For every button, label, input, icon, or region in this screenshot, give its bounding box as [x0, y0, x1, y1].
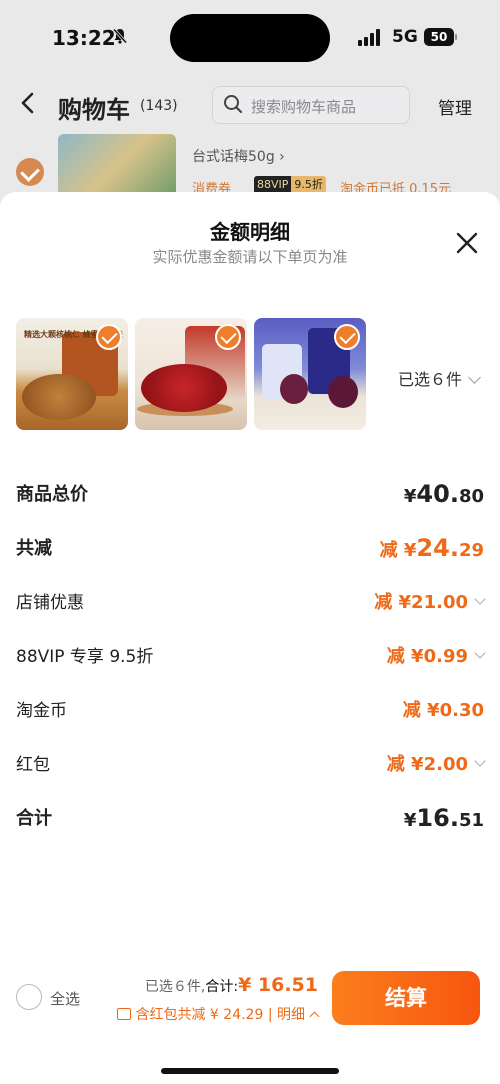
- total-label: 合计:: [205, 979, 239, 995]
- sheet-subtitle: 实际优惠金额请以下单页为准: [152, 248, 348, 266]
- checkout-bar: 全选 已选６件,合计:¥ 16.51 含红包共减 ¥ 24.29 | 明细 结算: [0, 962, 500, 1032]
- status-time: 13:22: [52, 26, 116, 50]
- row-label: 商品总价: [16, 484, 88, 505]
- chevron-down-icon: [474, 593, 486, 605]
- check-icon: [334, 324, 360, 350]
- page-title: 购物车: [58, 96, 130, 124]
- select-all-label[interactable]: 全选: [50, 988, 80, 1009]
- search-input[interactable]: 搜索购物车商品: [212, 86, 410, 124]
- back-arrow-icon[interactable]: [18, 90, 38, 123]
- cart-item-name[interactable]: 台式话梅50g ›: [192, 146, 285, 166]
- product-thumb-walnut[interactable]: 精选大颗核桃仁 蜂蜜琥珀味: [16, 318, 128, 430]
- close-icon[interactable]: [456, 232, 478, 254]
- search-icon: [224, 95, 243, 114]
- row-label: 88VIP 专享 9.5折: [16, 647, 154, 667]
- row-vip-discount[interactable]: 88VIP 专享 9.5折 减 ¥0.99: [16, 642, 486, 672]
- row-value: 减 ¥0.99: [387, 642, 486, 668]
- row-label: 淘金币: [16, 701, 67, 721]
- row-label: 共减: [16, 538, 52, 559]
- manage-button[interactable]: 管理: [438, 94, 472, 119]
- total-amount: ¥ 16.51: [238, 974, 318, 996]
- cart-item-checkbox[interactable]: [16, 158, 44, 186]
- ticket-icon: [117, 1008, 132, 1020]
- chevron-down-icon: [474, 755, 486, 767]
- checkout-button[interactable]: 结算: [332, 971, 480, 1025]
- row-value: 减 ¥0.30: [402, 700, 484, 721]
- product-thumb-plums[interactable]: [254, 318, 366, 430]
- cart-count: (143): [140, 98, 178, 114]
- row-value: ¥16.51: [403, 804, 484, 832]
- selected-count-toggle[interactable]: 已选６件: [398, 366, 481, 390]
- cellular-signal-icon: [358, 28, 384, 46]
- check-icon: [96, 324, 122, 350]
- row-value: 减 ¥2.00: [387, 750, 486, 776]
- product-thumb-dates[interactable]: [135, 318, 247, 430]
- home-indicator[interactable]: [161, 1068, 339, 1074]
- cart-item-image[interactable]: [58, 134, 176, 200]
- discount-detail-text: 含红包共减 ¥ 24.29 | 明细: [135, 1007, 305, 1023]
- chevron-up-icon: [309, 1011, 320, 1022]
- discount-detail-toggle[interactable]: 含红包共减 ¥ 24.29 | 明细: [117, 1004, 320, 1024]
- search-placeholder: 搜索购物车商品: [251, 98, 357, 116]
- select-all-radio[interactable]: [16, 984, 42, 1010]
- row-grand-total: 合计 ¥16.51: [16, 804, 484, 834]
- sheet-title: 金额明细: [210, 220, 290, 244]
- row-shop-discount[interactable]: 店铺优惠 减 ¥21.00: [16, 588, 486, 618]
- row-label: 合计: [16, 808, 52, 829]
- row-subtotal: 商品总价 ¥40.80: [16, 480, 484, 510]
- total-summary: 已选６件,合计:¥ 16.51: [145, 974, 318, 996]
- row-coin-discount: 淘金币 减 ¥0.30: [16, 696, 484, 726]
- check-icon: [215, 324, 241, 350]
- row-total-discount: 共减 减 ¥24.29: [16, 534, 484, 564]
- row-redpacket-discount[interactable]: 红包 减 ¥2.00: [16, 750, 486, 780]
- dynamic-island: [170, 14, 330, 62]
- row-value: 减 ¥21.00: [374, 588, 486, 614]
- network-type: 5G: [392, 27, 418, 47]
- selected-count: 已选６件: [398, 370, 463, 389]
- row-label: 红包: [16, 755, 50, 775]
- chevron-down-icon: [474, 647, 486, 659]
- mute-bell-icon: [112, 28, 128, 48]
- cart-header: 购物车 (143) 搜索购物车商品 管理: [0, 76, 500, 134]
- status-bar: 13:22 5G 50: [0, 0, 500, 76]
- row-value: 减 ¥24.29: [379, 534, 484, 562]
- battery-icon: 50: [424, 28, 457, 46]
- chevron-down-icon: [468, 371, 481, 384]
- price-detail-sheet: 金额明细 实际优惠金额请以下单页为准 精选大颗核桃仁 蜂蜜琥珀味 已选６件 商品…: [0, 192, 500, 1084]
- selected-count-text: 已选６件,: [144, 979, 206, 995]
- row-label: 店铺优惠: [16, 593, 84, 613]
- row-value: ¥40.80: [403, 480, 484, 508]
